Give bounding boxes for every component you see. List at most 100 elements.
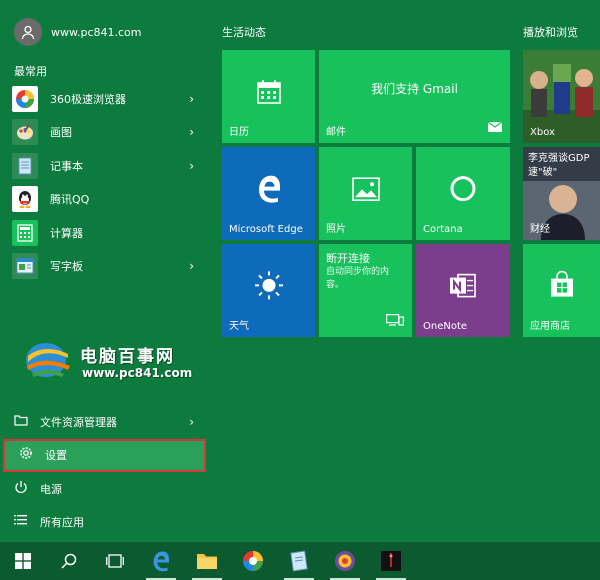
group-label-play[interactable]: 播放和浏览 [523, 24, 578, 40]
disconnected-body: 自动同步你的内容。 [326, 267, 390, 290]
photos-icon [351, 176, 380, 205]
power-label: 电源 [40, 482, 62, 496]
app-label: 记事本 [50, 159, 83, 173]
user-avatar-icon [14, 18, 42, 46]
settings-item[interactable]: 设置 [3, 438, 206, 472]
watermark-url: www.pc841.com [82, 366, 193, 380]
tile-news[interactable]: 李克强谈GDP 速"破" 财经 [523, 147, 600, 240]
chevron-right-icon[interactable]: › [189, 159, 194, 173]
tile-label: Cortana [423, 224, 463, 235]
notepad-icon [290, 550, 308, 572]
list-icon [12, 514, 30, 530]
wordpad-icon [12, 253, 38, 280]
tile-label: 照片 [326, 224, 346, 235]
file-explorer-label: 文件资源管理器 [40, 415, 117, 429]
notepad-icon [12, 152, 38, 179]
taskbar-edge[interactable] [138, 542, 184, 580]
power-icon [12, 480, 30, 498]
edge-icon [254, 173, 284, 207]
file-explorer-item[interactable]: 文件资源管理器 › [0, 405, 210, 439]
most-used-label: 最常用 [14, 65, 47, 78]
settings-label: 设置 [45, 449, 67, 463]
search-button[interactable] [46, 542, 92, 580]
onenote-icon [448, 270, 478, 304]
tile-edge[interactable]: Microsoft Edge [222, 147, 315, 240]
app-label: 写字板 [50, 260, 83, 274]
tile-label: OneNote [423, 321, 468, 332]
qq-icon [12, 186, 38, 213]
all-apps-label: 所有应用 [40, 516, 84, 530]
app-item-qq[interactable]: 腾讯QQ [12, 183, 208, 217]
app-label: 360极速浏览器 [50, 92, 126, 106]
most-used-list: 360极速浏览器 › 画图 › 记事本 › 腾讯QQ 计算器 写字板 › [12, 82, 208, 283]
taskbar-media-player[interactable] [322, 542, 368, 580]
watermark-title: 电脑百事网 [80, 347, 175, 367]
site-watermark: 电脑百事网 www.pc841.com [22, 338, 212, 386]
calculator-icon [12, 219, 38, 246]
tile-disconnected[interactable]: 断开连接 自动同步你的内容。 [319, 244, 412, 337]
search-icon [61, 553, 77, 569]
tile-label: 邮件 [326, 127, 346, 138]
app-label: 画图 [50, 126, 72, 140]
app-item-wordpad[interactable]: 写字板 › [12, 250, 208, 284]
taskbar-file-explorer[interactable] [184, 542, 230, 580]
tile-photos[interactable]: 照片 [319, 147, 412, 240]
device-sync-icon [386, 311, 405, 330]
chevron-right-icon[interactable]: › [189, 415, 194, 429]
app-item-notepad[interactable]: 记事本 › [12, 149, 208, 183]
tile-calendar[interactable]: 日历 [222, 50, 315, 143]
media-player-icon [335, 551, 355, 571]
taskbar-notepad[interactable] [276, 542, 322, 580]
gear-icon [17, 446, 35, 464]
start-button[interactable] [0, 542, 46, 580]
user-name: www.pc841.com [51, 25, 142, 39]
taskbar [0, 542, 600, 580]
paint-icon [12, 119, 38, 146]
tile-label: 日历 [229, 127, 249, 138]
tile-onenote[interactable]: OneNote [416, 244, 510, 337]
dark-app-icon [381, 551, 401, 571]
tile-label: Xbox [530, 127, 555, 138]
tile-label: 天气 [229, 321, 249, 332]
cortana-icon [448, 173, 478, 207]
tile-mail[interactable]: 我们支持 Gmail 邮件 [319, 50, 510, 143]
tile-cortana[interactable]: Cortana [416, 147, 510, 240]
group-label-life[interactable]: 生活动态 [222, 24, 266, 40]
app-item-360-browser[interactable]: 360极速浏览器 › [12, 82, 208, 116]
tile-label: 应用商店 [530, 321, 570, 332]
chevron-right-icon[interactable]: › [189, 125, 194, 139]
watermark-logo-icon [26, 343, 70, 377]
app-item-paint[interactable]: 画图 › [12, 116, 208, 150]
360-browser-icon [243, 551, 263, 571]
news-headline: 李克强谈GDP 速"破" [528, 153, 590, 178]
calendar-icon [256, 79, 282, 109]
task-view-button[interactable] [92, 542, 138, 580]
mail-tagline: 我们支持 Gmail [371, 82, 458, 96]
folder-icon [197, 554, 217, 569]
start-bottom-list: 文件资源管理器 › 设置 电源 所有应用 [0, 405, 210, 539]
tile-weather[interactable]: 天气 [222, 244, 315, 337]
edge-icon [153, 551, 170, 572]
folder-icon [12, 414, 30, 430]
mail-envelope-icon [487, 117, 503, 136]
tile-label: 财经 [530, 224, 550, 235]
tile-label: Microsoft Edge [229, 224, 303, 235]
app-item-calculator[interactable]: 计算器 [12, 216, 208, 250]
start-menu-left-pane: www.pc841.com 最常用 360极速浏览器 › 画图 › 记事本 › [0, 0, 210, 542]
taskbar-360-browser[interactable] [230, 542, 276, 580]
chevron-right-icon[interactable]: › [189, 259, 194, 273]
taskbar-app-dark[interactable] [368, 542, 414, 580]
user-account[interactable]: www.pc841.com [14, 18, 142, 46]
app-label: 腾讯QQ [50, 193, 90, 207]
all-apps-item[interactable]: 所有应用 [0, 506, 210, 540]
chevron-right-icon[interactable]: › [189, 92, 194, 106]
tile-xbox[interactable]: Xbox [523, 50, 600, 143]
360-browser-icon [12, 85, 38, 112]
store-bag-icon [547, 270, 577, 304]
sun-icon [253, 269, 285, 305]
app-label: 计算器 [50, 226, 83, 240]
task-view-icon [106, 554, 124, 568]
tile-store[interactable]: 应用商店 [523, 244, 600, 337]
power-item[interactable]: 电源 [0, 472, 210, 506]
windows-logo-icon [15, 553, 31, 569]
